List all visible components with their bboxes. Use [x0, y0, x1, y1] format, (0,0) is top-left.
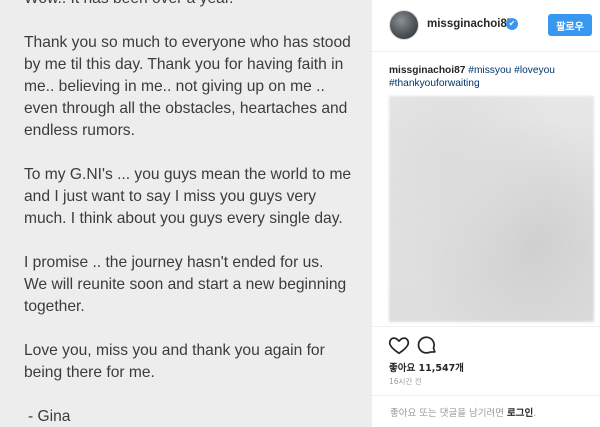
comment-icon[interactable] — [416, 334, 438, 356]
post-side-panel: missginachoi87 ✔ 팔로우 missginachoi87 #mis… — [371, 0, 600, 427]
note-line: and I just want to say I miss you guys v… — [24, 188, 317, 205]
note-signature: - Gina — [28, 408, 71, 425]
comment-prompt-text: 좋아요 또는 댓글을 남기려면 — [390, 408, 504, 419]
note-line: We will reunite soon and start a new beg… — [24, 276, 347, 293]
note-line: To my G.NI's ... you guys mean the world… — [24, 166, 352, 183]
note-line: being there for me. — [24, 364, 155, 381]
note-gap — [24, 142, 364, 164]
note-line: endless rumors. — [24, 122, 135, 139]
post-header: missginachoi87 ✔ 팔로우 — [372, 0, 600, 52]
note-line: me.. believing in me.. not giving up on … — [24, 78, 325, 95]
post-image: Wow.. It has been over a year. Thank you… — [0, 0, 371, 427]
note-gap — [24, 230, 364, 252]
follow-button[interactable]: 팔로우 — [548, 14, 592, 36]
note-line: even through all the obstacles, heartach… — [24, 100, 348, 117]
note-text: Wow.. It has been over a year. Thank you… — [24, 0, 364, 427]
note-gap — [24, 10, 364, 32]
comment-prompt: 좋아요 또는 댓글을 남기려면 로그인. — [390, 405, 536, 419]
note-line: I promise .. the journey hasn't ended fo… — [24, 254, 324, 271]
note-line: by me til this day. Thank you for having… — [24, 56, 344, 73]
hashtag-link[interactable]: #thankyouforwaiting — [389, 78, 480, 89]
post-actions: 좋아요 11,547개 16시간 전 좋아요 또는 댓글을 남기려면 로그인. — [372, 326, 600, 426]
note-line: together. — [24, 298, 85, 315]
header-username[interactable]: missginachoi87 — [427, 18, 513, 30]
post-timestamp: 16시간 전 — [389, 377, 422, 386]
note-line: Thank you so much to everyone who has st… — [24, 34, 351, 51]
hashtag-link[interactable]: #missyou — [468, 65, 511, 76]
hashtag-link[interactable]: #loveyou — [514, 65, 555, 76]
note-line: Love you, miss you and thank you again f… — [24, 342, 325, 359]
note-gap — [24, 318, 364, 340]
note-line: Wow.. It has been over a year. — [24, 0, 364, 10]
note-line: much. I think about you guys every singl… — [24, 210, 343, 227]
heart-icon[interactable] — [388, 334, 410, 356]
blurred-comments-area — [389, 96, 594, 322]
comment-prompt-suffix: . — [533, 408, 537, 419]
comment-bar: 좋아요 또는 댓글을 남기려면 로그인. — [372, 395, 600, 425]
avatar[interactable] — [389, 10, 419, 40]
verified-badge-icon: ✔ — [506, 18, 518, 30]
caption-username[interactable]: missginachoi87 — [389, 65, 465, 76]
post-caption: missginachoi87 #missyou #loveyou #thanky… — [389, 64, 589, 90]
likes-count[interactable]: 좋아요 11,547개 — [389, 360, 464, 374]
login-link[interactable]: 로그인 — [507, 408, 533, 419]
note-gap — [24, 384, 364, 406]
